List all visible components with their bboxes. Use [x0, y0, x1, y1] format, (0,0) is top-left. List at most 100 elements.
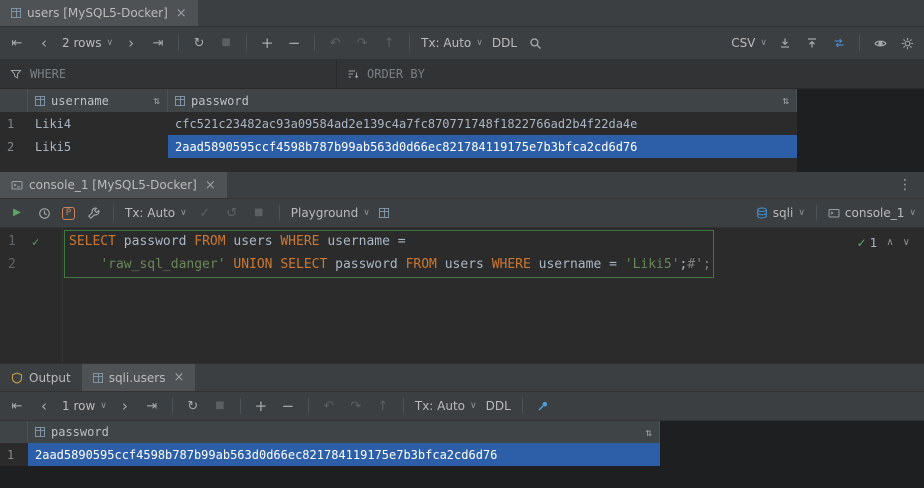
- close-icon[interactable]: ×: [173, 371, 184, 384]
- extractor-dropdown[interactable]: CSV ∨: [731, 36, 767, 50]
- tab-sqli-users-result[interactable]: sqli.users ×: [82, 364, 196, 391]
- submit-icon[interactable]: ↑: [374, 397, 392, 415]
- ddl-button[interactable]: DDL: [492, 36, 517, 50]
- in-editor-results-icon[interactable]: [379, 208, 389, 218]
- stop-icon[interactable]: ■: [217, 34, 235, 52]
- sort-icon[interactable]: ⇅: [645, 426, 652, 439]
- first-page-icon[interactable]: ⇤: [8, 34, 26, 52]
- pin-tab-icon[interactable]: [534, 397, 552, 415]
- export-download-icon[interactable]: [776, 34, 794, 52]
- more-options-icon[interactable]: ⋮: [886, 172, 924, 198]
- output-tab-label: Output: [29, 371, 71, 385]
- search-icon[interactable]: [526, 34, 544, 52]
- shield-icon: [11, 372, 23, 384]
- users-result-grid: username ⇅ password ⇅ 1 Liki4 cfc521c234…: [0, 89, 797, 172]
- commit-icon[interactable]: ✓: [196, 204, 214, 222]
- stop-icon[interactable]: ■: [211, 397, 229, 415]
- divider: [172, 398, 173, 414]
- close-icon[interactable]: ×: [205, 179, 216, 192]
- run-icon[interactable]: ▶: [8, 204, 26, 222]
- history-clock-icon[interactable]: [35, 204, 53, 222]
- bottom-grid-toolbar: ⇤ ‹ 1 row ∨ › ⇥ ↻ ■ + − ↶ ↷ ↑ Tx: Auto ∨…: [0, 392, 924, 421]
- delete-row-icon[interactable]: −: [279, 397, 297, 415]
- divider: [403, 398, 404, 414]
- gear-icon[interactable]: [898, 34, 916, 52]
- redo-icon[interactable]: ↷: [353, 34, 371, 52]
- schema-dropdown[interactable]: sqli ∨: [756, 206, 805, 220]
- sql-line-1[interactable]: SELECT password FROM users WHERE usernam…: [69, 230, 406, 253]
- page-size-dropdown[interactable]: 1 row ∨: [62, 399, 107, 413]
- username-header-label: username: [51, 94, 109, 108]
- prev-page-icon[interactable]: ‹: [35, 34, 53, 52]
- grid-empty-space: [0, 158, 797, 172]
- playground-dropdown[interactable]: Playground ∨: [291, 206, 370, 220]
- sql-line-2[interactable]: 'raw_sql_danger' UNION SELECT password F…: [69, 253, 711, 276]
- cell-username[interactable]: Liki5: [28, 135, 168, 158]
- tx-mode-dropdown[interactable]: Tx: Auto ∨: [421, 36, 483, 50]
- refresh-icon[interactable]: ↻: [184, 397, 202, 415]
- panel-empty-space: [0, 466, 924, 488]
- add-row-icon[interactable]: +: [252, 397, 270, 415]
- parameters-icon[interactable]: P: [62, 207, 75, 220]
- first-page-icon[interactable]: ⇤: [8, 397, 26, 415]
- session-dropdown[interactable]: console_1 ∨: [828, 206, 916, 220]
- wrench-icon[interactable]: [84, 204, 102, 222]
- order-by-field[interactable]: ORDER BY: [336, 60, 924, 88]
- chevron-up-icon[interactable]: ∧: [886, 238, 893, 248]
- data-transfer-icon[interactable]: [830, 34, 848, 52]
- undo-icon[interactable]: ↶: [326, 34, 344, 52]
- rollback-icon[interactable]: ↺: [223, 204, 241, 222]
- chevron-down-icon: ∨: [760, 39, 767, 48]
- sort-icon[interactable]: ⇅: [782, 94, 789, 107]
- extractor-label: CSV: [731, 36, 755, 50]
- next-page-icon[interactable]: ›: [122, 34, 140, 52]
- column-header-password[interactable]: password ⇅: [168, 89, 797, 112]
- column-header-username[interactable]: username ⇅: [28, 89, 168, 112]
- password-header-label: password: [51, 425, 109, 439]
- last-page-icon[interactable]: ⇥: [149, 34, 167, 52]
- tab-output[interactable]: Output: [0, 364, 82, 391]
- cell-password-selected[interactable]: 2aad5890595ccf4598b787b99ab563d0d66ec821…: [168, 135, 797, 158]
- tx-mode-dropdown[interactable]: Tx: Auto ∨: [415, 399, 477, 413]
- divider: [246, 35, 247, 51]
- next-page-icon[interactable]: ›: [116, 397, 134, 415]
- line-number: 2: [8, 253, 24, 276]
- column-header-password[interactable]: password ⇅: [28, 421, 660, 443]
- tab-console-1[interactable]: console_1 [MySQL5-Docker] ×: [0, 172, 227, 198]
- close-icon[interactable]: ×: [176, 7, 187, 20]
- redo-icon[interactable]: ↷: [347, 397, 365, 415]
- undo-icon[interactable]: ↶: [320, 397, 338, 415]
- eye-icon[interactable]: [871, 34, 889, 52]
- tx-mode-dropdown[interactable]: Tx: Auto ∨: [125, 206, 187, 220]
- column-icon: [35, 427, 45, 437]
- tx-mode-label: Tx: Auto: [421, 36, 471, 50]
- editor-tab-bar: users [MySQL5-Docker] ×: [0, 0, 924, 27]
- delete-row-icon[interactable]: −: [285, 34, 303, 52]
- submit-icon[interactable]: ↑: [380, 34, 398, 52]
- table-icon: [11, 8, 21, 18]
- cell-password[interactable]: cfc521c23482ac93a09584ad2e139c4a7fc87077…: [168, 112, 797, 135]
- where-filter-field[interactable]: WHERE: [0, 60, 336, 88]
- cell-password-selected[interactable]: 2aad5890595ccf4598b787b99ab563d0d66ec821…: [28, 443, 660, 466]
- tab-users-table[interactable]: users [MySQL5-Docker] ×: [0, 0, 198, 26]
- console-tab-bar: console_1 [MySQL5-Docker] × ⋮: [0, 172, 924, 199]
- schema-label: sqli: [773, 206, 794, 220]
- ddl-button[interactable]: DDL: [486, 399, 511, 413]
- sort-icon[interactable]: ⇅: [153, 94, 160, 107]
- page-size-dropdown[interactable]: 2 rows ∨: [62, 36, 113, 50]
- divider: [522, 398, 523, 414]
- prev-page-icon[interactable]: ‹: [35, 397, 53, 415]
- chevron-down-icon[interactable]: ∨: [903, 238, 910, 248]
- add-row-icon[interactable]: +: [258, 34, 276, 52]
- row-number-header: [0, 421, 28, 443]
- cell-username[interactable]: Liki4: [28, 112, 168, 135]
- chevron-down-icon: ∨: [470, 402, 477, 411]
- last-page-icon[interactable]: ⇥: [143, 397, 161, 415]
- table-row: 1 Liki4 cfc521c23482ac93a09584ad2e139c4a…: [0, 112, 797, 135]
- cancel-icon[interactable]: ■: [250, 204, 268, 222]
- playground-label: Playground: [291, 206, 358, 220]
- sql-editor[interactable]: 1 2 ✓ SELECT password FROM users WHERE u…: [0, 228, 924, 363]
- database-icon: [756, 207, 768, 220]
- import-upload-icon[interactable]: [803, 34, 821, 52]
- refresh-icon[interactable]: ↻: [190, 34, 208, 52]
